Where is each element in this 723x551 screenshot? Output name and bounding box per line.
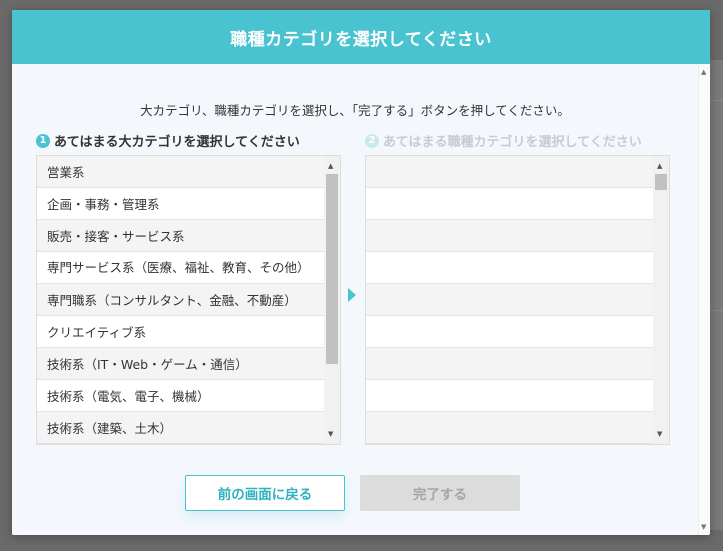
step2-label: あてはまる職種カテゴリを選択してください xyxy=(383,135,642,150)
job-category-item xyxy=(366,252,653,284)
major-category-item[interactable]: 企画・事務・管理系 xyxy=(37,188,324,220)
job-category-item xyxy=(366,316,653,348)
arrow-right-icon xyxy=(348,288,356,302)
scroll-down-arrow-icon[interactable]: ▼ xyxy=(701,523,706,531)
scroll-down-arrow-icon[interactable]: ▼ xyxy=(657,430,662,438)
major-category-item[interactable]: 技術系（建築、土木） xyxy=(37,412,324,444)
step2-number-badge: 2 xyxy=(365,133,379,148)
major-category-item[interactable]: 技術系（IT・Web・ゲーム・通信） xyxy=(37,348,324,380)
scroll-up-arrow-icon[interactable]: ▲ xyxy=(328,162,333,170)
modal-title: 職種カテゴリを選択してください xyxy=(230,29,492,50)
scroll-down-arrow-icon[interactable]: ▼ xyxy=(328,430,333,438)
background-divider xyxy=(709,100,723,101)
scrollbar-thumb[interactable] xyxy=(326,174,338,364)
scrollbar-thumb[interactable] xyxy=(655,174,667,190)
major-category-item[interactable]: 技術系（電気、電子、機械） xyxy=(37,380,324,412)
major-list-scrollbar[interactable]: ▲ ▼ xyxy=(324,156,340,444)
step1-heading: 1 あてはまる大カテゴリを選択してください xyxy=(36,131,300,150)
modal-scrollbar[interactable]: ▲ ▼ xyxy=(698,64,710,535)
major-category-item[interactable]: 営業系 xyxy=(37,156,324,188)
job-category-item xyxy=(366,348,653,380)
step2-heading: 2 あてはまる職種カテゴリを選択してください xyxy=(365,131,642,150)
job-category-item xyxy=(366,156,653,188)
major-category-item[interactable]: クリエイティブ系 xyxy=(37,316,324,348)
modal-body: 大カテゴリ、職種カテゴリを選択し、「完了する」ボタンを押してください。 1 あて… xyxy=(12,64,698,535)
back-button[interactable]: 前の画面に戻る xyxy=(185,475,345,511)
job-category-item xyxy=(366,380,653,412)
background-divider xyxy=(709,310,723,311)
job-category-item xyxy=(366,284,653,316)
major-category-item[interactable]: 専門サービス系（医療、福祉、教育、その他） xyxy=(37,252,324,284)
scroll-up-arrow-icon[interactable]: ▲ xyxy=(701,68,706,76)
major-category-item[interactable]: 販売・接客・サービス系 xyxy=(37,220,324,252)
scroll-up-arrow-icon[interactable]: ▲ xyxy=(657,162,662,170)
major-category-list[interactable]: 営業系 企画・事務・管理系 販売・接客・サービス系 専門サービス系（医療、福祉、… xyxy=(36,155,341,445)
job-category-item xyxy=(366,412,653,444)
step1-label: あてはまる大カテゴリを選択してください xyxy=(54,135,300,150)
category-select-modal: 職種カテゴリを選択してください 大カテゴリ、職種カテゴリを選択し、「完了する」ボ… xyxy=(12,10,710,535)
job-category-list[interactable]: ▲ ▼ xyxy=(365,155,670,445)
done-button[interactable]: 完了する xyxy=(360,475,520,511)
job-category-item xyxy=(366,188,653,220)
job-category-item xyxy=(366,220,653,252)
major-category-item[interactable]: 専門職系（コンサルタント、金融、不動産） xyxy=(37,284,324,316)
instruction-text: 大カテゴリ、職種カテゴリを選択し、「完了する」ボタンを押してください。 xyxy=(140,103,570,118)
background-content-strip xyxy=(709,60,723,530)
job-list-scrollbar[interactable]: ▲ ▼ xyxy=(653,156,669,444)
step1-number-badge: 1 xyxy=(36,133,50,148)
modal-header: 職種カテゴリを選択してください xyxy=(12,10,710,64)
